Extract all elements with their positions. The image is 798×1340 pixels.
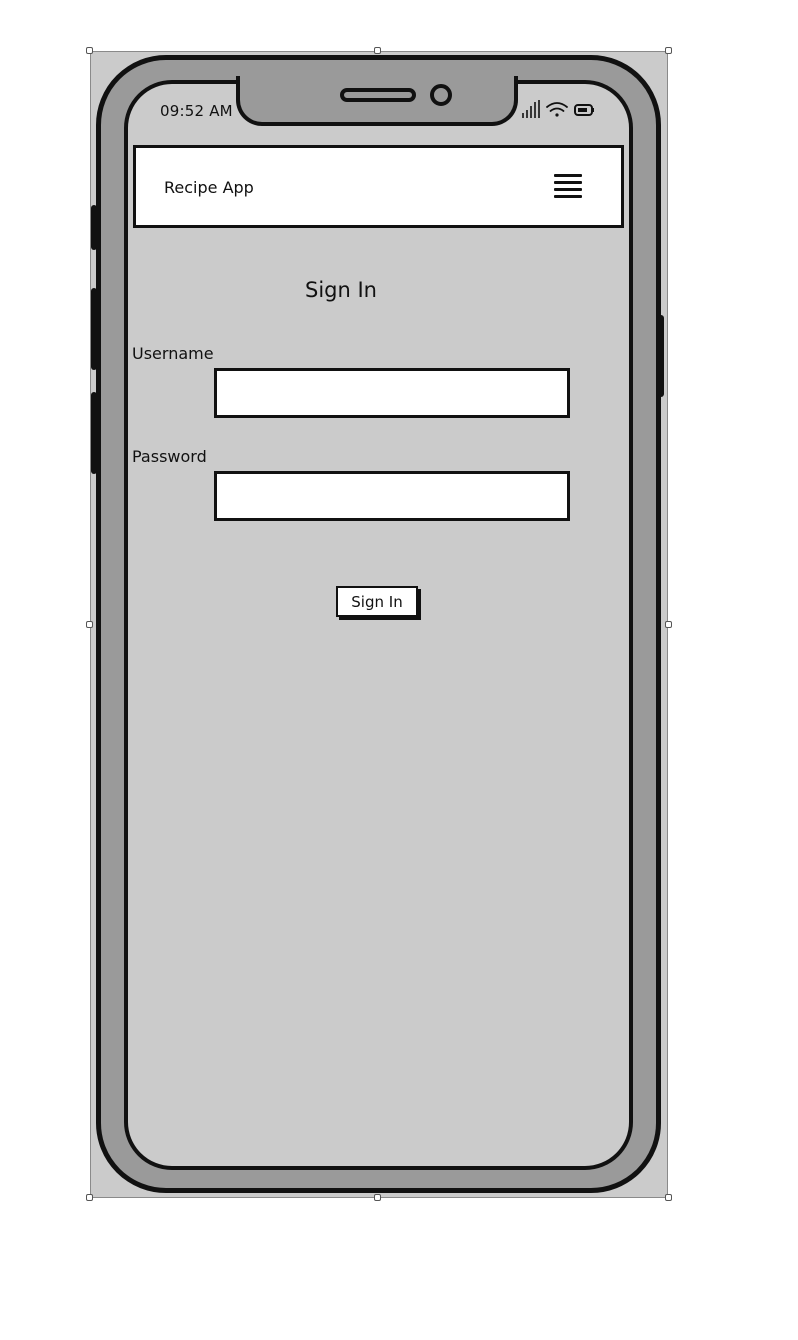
resize-handle-top-right[interactable] (665, 47, 672, 54)
resize-handle-bottom-left[interactable] (86, 1194, 93, 1201)
sign-in-button[interactable]: Sign In (336, 586, 418, 617)
phone-screen (124, 80, 633, 1170)
hamburger-menu-icon[interactable] (554, 174, 582, 204)
navbar: Recipe App (133, 145, 624, 228)
speaker-icon (340, 88, 416, 102)
page-title: Sign In (305, 278, 377, 302)
resize-handle-bottom-center[interactable] (374, 1194, 381, 1201)
resize-handle-top-center[interactable] (374, 47, 381, 54)
username-field[interactable] (214, 368, 570, 418)
password-label: Password (132, 447, 207, 466)
battery-icon (574, 104, 594, 116)
username-label: Username (132, 344, 214, 363)
app-title: Recipe App (164, 178, 254, 197)
side-button-mute (91, 205, 97, 250)
camera-icon (430, 84, 452, 106)
resize-handle-bottom-right[interactable] (665, 1194, 672, 1201)
resize-handle-middle-right[interactable] (665, 621, 672, 628)
password-field[interactable] (214, 471, 570, 521)
wifi-icon (546, 102, 568, 117)
signal-icon (522, 100, 540, 118)
side-button-volume-down (91, 392, 97, 474)
side-button-power (658, 315, 664, 397)
resize-handle-top-left[interactable] (86, 47, 93, 54)
status-icons (520, 98, 596, 120)
resize-handle-middle-left[interactable] (86, 621, 93, 628)
side-button-volume-up (91, 288, 97, 370)
status-time: 09:52 AM (160, 102, 233, 120)
